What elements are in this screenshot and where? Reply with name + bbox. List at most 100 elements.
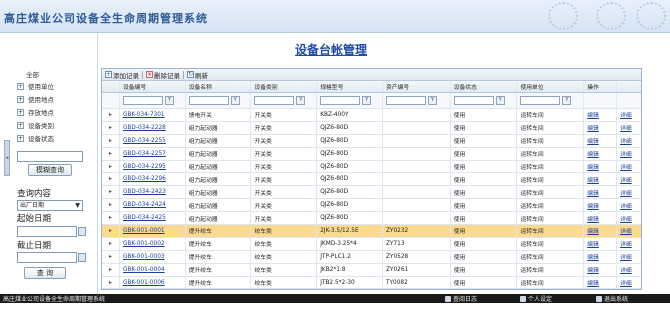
personal-settings-button[interactable]: 个人设定: [520, 294, 552, 303]
calendar-icon[interactable]: [78, 227, 86, 236]
expand-icon[interactable]: +: [17, 108, 24, 116]
table-row[interactable]: ▸ GBK-001-0006 提升绞车 绞车类 JTB2.5*2-30 TY0082 使用运…: [102, 276, 641, 290]
expand-row-icon[interactable]: ▸: [102, 225, 120, 237]
detail-link[interactable]: 详细: [617, 135, 641, 147]
filter-input[interactable]: [254, 96, 295, 105]
tree-item-usage-location[interactable]: + 使用地点: [17, 94, 54, 104]
edit-link[interactable]: 编辑: [584, 109, 618, 121]
expand-row-icon[interactable]: ▸: [102, 186, 120, 199]
table-row[interactable]: ▸ GBD-034-2423 组力起动器 开关类 QJZ6-80D 使用 运转车间 编辑 详细: [102, 186, 641, 200]
expand-row-icon[interactable]: ▸: [102, 276, 120, 289]
equipment-code-link[interactable]: GBK-001-0001: [120, 225, 186, 237]
table-row[interactable]: ▸ GBD-034-2255 组力起动器 开关类 QJZ6-80D 使用 运转车间 编辑 详细: [102, 134, 641, 148]
logout-button[interactable]: 退出系统: [596, 294, 628, 303]
equipment-code-link[interactable]: GBK-001-0002: [120, 237, 186, 250]
header-equipment-code[interactable]: 设备编号: [120, 81, 186, 92]
tree-root[interactable]: 全部: [26, 69, 39, 79]
detail-link[interactable]: 详细: [617, 277, 641, 289]
edit-link[interactable]: 编辑: [584, 147, 618, 160]
filter-icon[interactable]: Y: [164, 96, 174, 105]
filter-icon[interactable]: Y: [362, 96, 372, 105]
table-row[interactable]: ▸ GBK-001-0003 提升绞车 绞车类 JTP-PLC1.2 ZY0528 使用 运转…: [102, 250, 641, 264]
filter-icon[interactable]: Y: [495, 96, 505, 105]
table-row[interactable]: ▸ GBK-034-7301 馈电开关 开关类 KBZ-400Y 使用 运转车间 编辑 详细: [102, 109, 641, 122]
edit-link[interactable]: 编辑: [584, 212, 618, 225]
detail-link[interactable]: 详细: [617, 212, 641, 224]
expand-icon[interactable]: +: [17, 134, 24, 142]
expand-row-icon[interactable]: ▸: [102, 134, 120, 147]
equipment-code-link[interactable]: GBD-034-2257: [120, 147, 186, 160]
equipment-code-link[interactable]: GBD-034-2228: [120, 121, 186, 134]
add-record-button[interactable]: + 添加记录: [105, 70, 139, 80]
detail-link[interactable]: 详细: [617, 161, 641, 173]
detail-link[interactable]: 详细: [617, 122, 641, 134]
edit-link[interactable]: 编辑: [584, 134, 618, 147]
tree-item-storage-location[interactable]: + 存放地点: [17, 107, 54, 117]
fuzzy-search-input[interactable]: [17, 151, 83, 162]
filter-icon[interactable]: Y: [230, 96, 240, 105]
end-date-input[interactable]: [17, 252, 77, 263]
header-equipment-category[interactable]: 设备类别: [251, 81, 318, 92]
expand-icon[interactable]: +: [17, 82, 24, 90]
edit-link[interactable]: 编辑: [584, 199, 618, 212]
expand-row-icon[interactable]: ▸: [102, 160, 120, 173]
filter-input[interactable]: [385, 96, 426, 105]
header-status[interactable]: 设备状态: [451, 81, 518, 92]
expand-row-icon[interactable]: ▸: [102, 199, 120, 212]
refresh-button[interactable]: ↻ 刷新: [187, 70, 208, 80]
expand-row-icon[interactable]: ▸: [102, 237, 120, 250]
expand-row-icon[interactable]: ▸: [102, 212, 120, 225]
filter-icon[interactable]: Y: [296, 96, 306, 105]
edit-link[interactable]: 编辑: [584, 186, 618, 199]
equipment-code-link[interactable]: GBK-001-0006: [120, 276, 186, 289]
expand-icon[interactable]: +: [17, 95, 24, 103]
detail-link[interactable]: 详细: [617, 186, 641, 198]
table-row[interactable]: ▸ GBD-034-2295 组力起动器 开关类 QJZ6-80D 使用 运转车间 编辑 详细: [102, 160, 641, 174]
equipment-code-link[interactable]: GBD-034-2425: [120, 212, 186, 225]
table-row[interactable]: ▸ GBD-034-2425 组力起动器 开关类 QJZ6-80D 使用 运转车间 编辑 详细: [102, 212, 641, 226]
detail-link[interactable]: 详细: [617, 109, 641, 121]
tree-item-usage-unit[interactable]: + 使用单位: [17, 81, 54, 91]
header-asset-number[interactable]: 资产编号: [383, 81, 451, 92]
table-row[interactable]: ▸ GBD-034-2296 组力起动器 开关类 QJZ6-80D 使用 运转车间 编辑 详细: [102, 173, 641, 187]
header-usage-unit[interactable]: 使用单位: [517, 81, 585, 92]
detail-link[interactable]: 详细: [617, 225, 641, 237]
query-button[interactable]: 查 询: [24, 267, 66, 279]
table-row[interactable]: ▸ GBD-034-2424 组力起动器 开关类 QJZ6-80D 使用 运转车间 编辑 详细: [102, 199, 641, 213]
equipment-code-link[interactable]: GBK-001-0004: [120, 263, 186, 276]
filter-icon[interactable]: Y: [562, 96, 572, 105]
detail-link[interactable]: 详细: [617, 238, 641, 250]
expand-row-icon[interactable]: ▸: [102, 147, 120, 160]
filter-input[interactable]: [520, 96, 561, 105]
equipment-code-link[interactable]: GBD-034-2424: [120, 199, 186, 212]
edit-link[interactable]: 编辑: [584, 263, 618, 276]
equipment-code-link[interactable]: GBD-034-2296: [120, 173, 186, 186]
filter-input[interactable]: [188, 96, 229, 105]
equipment-code-link[interactable]: GBK-034-7301: [120, 109, 186, 121]
detail-link[interactable]: 详细: [617, 173, 641, 185]
expand-icon[interactable]: +: [17, 121, 24, 129]
table-row[interactable]: ▸ GBK-001-0001 提升绞车 绞车类 2JK-3.5/12.5E ZY0232 使…: [102, 225, 641, 238]
view-log-button[interactable]: 查阅日志: [445, 294, 477, 303]
tree-item-equipment-category[interactable]: + 设备类别: [17, 120, 54, 130]
equipment-code-link[interactable]: GBD-034-2255: [120, 134, 186, 147]
sidebar-collapse-handle[interactable]: ◂: [4, 140, 10, 176]
expand-row-icon[interactable]: ▸: [102, 109, 120, 121]
edit-link[interactable]: 编辑: [584, 160, 618, 173]
table-row[interactable]: ▸ GBD-034-2257 组力起动器 开关类 QJZ6-80D 使用 运转车间 编辑 详细: [102, 147, 641, 161]
filter-input[interactable]: [122, 96, 163, 105]
equipment-code-link[interactable]: GBD-034-2423: [120, 186, 186, 199]
edit-link[interactable]: 编辑: [584, 121, 618, 134]
table-row[interactable]: ▸ GBD-034-2228 组力起动器 开关类 QJZ6-80D 使用 运转车间 编辑 详细: [102, 121, 641, 135]
edit-link[interactable]: 编辑: [584, 237, 618, 250]
header-equipment-name[interactable]: 设备名称: [186, 81, 252, 92]
delete-record-button[interactable]: × 删除记录: [146, 70, 180, 80]
edit-link[interactable]: 编辑: [584, 250, 618, 263]
detail-link[interactable]: 详细: [617, 264, 641, 276]
query-field-select[interactable]: 出厂日期 ▼: [17, 200, 83, 211]
table-row[interactable]: ▸ GBK-001-0004 提升绞车 绞车类 JKB2*1.8 ZY0261 使用 运转车间…: [102, 263, 641, 277]
expand-row-icon[interactable]: ▸: [102, 173, 120, 186]
edit-link[interactable]: 编辑: [584, 173, 618, 186]
tree-item-equipment-status[interactable]: + 设备状态: [17, 133, 54, 143]
equipment-code-link[interactable]: GBD-034-2295: [120, 160, 186, 173]
